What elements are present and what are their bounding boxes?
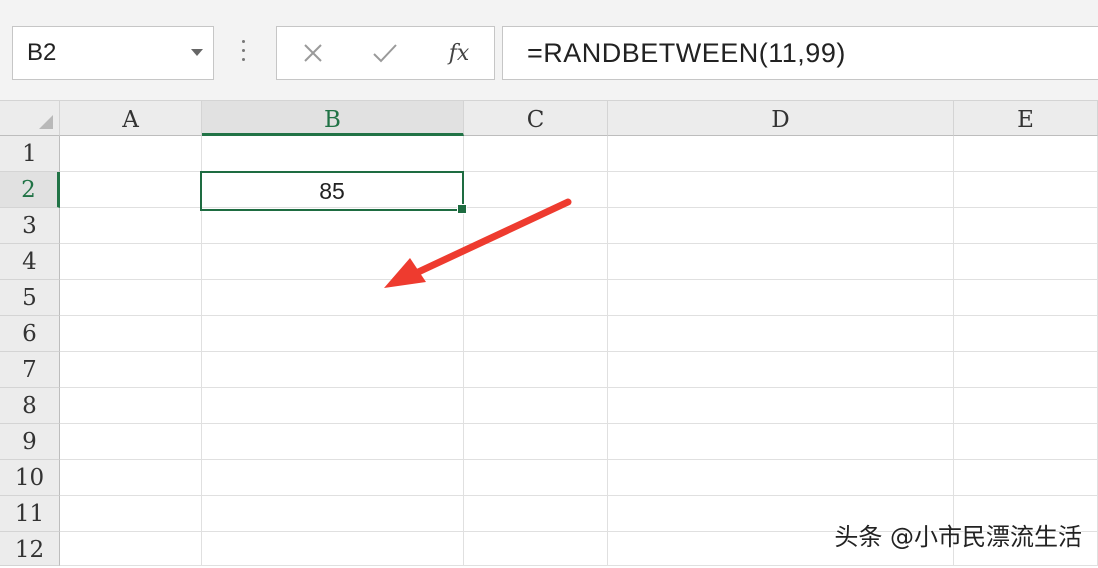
cell-b7[interactable] (202, 352, 464, 388)
name-box-value: B2 (27, 39, 57, 66)
cell-a6[interactable] (60, 316, 202, 352)
cell-e6[interactable] (954, 316, 1098, 352)
cell-c10[interactable] (464, 460, 608, 496)
row-header-2[interactable]: 2 (0, 172, 60, 208)
cell-a5[interactable] (60, 280, 202, 316)
formula-text: =RANDBETWEEN(11,99) (527, 38, 846, 68)
cell-b10[interactable] (202, 460, 464, 496)
cell-a9[interactable] (60, 424, 202, 460)
cell-e1[interactable] (954, 136, 1098, 172)
formula-buttons: fx (276, 26, 495, 80)
spreadsheet-grid: A B C D E 1 2 3 4 5 6 7 8 9 10 11 12 85 (0, 101, 1098, 566)
row-header-3[interactable]: 3 (0, 208, 60, 244)
cell-b8[interactable] (202, 388, 464, 424)
select-all-icon (39, 115, 53, 129)
chevron-down-icon[interactable] (191, 49, 203, 56)
column-header-e[interactable]: E (954, 101, 1098, 136)
cell-e3[interactable] (954, 208, 1098, 244)
cell-d9[interactable] (608, 424, 954, 460)
row-header-6[interactable]: 6 (0, 316, 60, 352)
cell-b1[interactable] (202, 136, 464, 172)
cell-d10[interactable] (608, 460, 954, 496)
row-header-5[interactable]: 5 (0, 280, 60, 316)
row-header-9[interactable]: 9 (0, 424, 60, 460)
column-header-b[interactable]: B (202, 101, 464, 136)
cell-e8[interactable] (954, 388, 1098, 424)
drag-handle-icon[interactable] (242, 40, 246, 66)
cell-c6[interactable] (464, 316, 608, 352)
cell-c9[interactable] (464, 424, 608, 460)
column-header-a[interactable]: A (60, 101, 202, 136)
cell-c12[interactable] (464, 532, 608, 566)
cell-c7[interactable] (464, 352, 608, 388)
cell-e2[interactable] (954, 172, 1098, 208)
cell-a10[interactable] (60, 460, 202, 496)
cell-b12[interactable] (202, 532, 464, 566)
cell-b9[interactable] (202, 424, 464, 460)
cell-c1[interactable] (464, 136, 608, 172)
cell-d4[interactable] (608, 244, 954, 280)
cell-d6[interactable] (608, 316, 954, 352)
column-header-c[interactable]: C (464, 101, 608, 136)
row-header-4[interactable]: 4 (0, 244, 60, 280)
cell-e7[interactable] (954, 352, 1098, 388)
row-header-8[interactable]: 8 (0, 388, 60, 424)
watermark: 头条 @小市民漂流生活 (834, 523, 1082, 551)
cell-e5[interactable] (954, 280, 1098, 316)
cell-e9[interactable] (954, 424, 1098, 460)
cell-d5[interactable] (608, 280, 954, 316)
cell-a1[interactable] (60, 136, 202, 172)
column-header-d[interactable]: D (608, 101, 954, 136)
cell-e4[interactable] (954, 244, 1098, 280)
red-arrow-icon (384, 198, 572, 288)
cell-a2[interactable] (60, 172, 202, 208)
cell-a3[interactable] (60, 208, 202, 244)
cell-a4[interactable] (60, 244, 202, 280)
cell-a7[interactable] (60, 352, 202, 388)
cell-d1[interactable] (608, 136, 954, 172)
cell-e10[interactable] (954, 460, 1098, 496)
cell-b6[interactable] (202, 316, 464, 352)
cell-c11[interactable] (464, 496, 608, 532)
cell-b11[interactable] (202, 496, 464, 532)
cell-d8[interactable] (608, 388, 954, 424)
row-header-10[interactable]: 10 (0, 460, 60, 496)
cell-a11[interactable] (60, 496, 202, 532)
cell-d2[interactable] (608, 172, 954, 208)
name-box[interactable]: B2 (12, 26, 214, 80)
cell-d3[interactable] (608, 208, 954, 244)
cell-a8[interactable] (60, 388, 202, 424)
row-header-1[interactable]: 1 (0, 136, 60, 172)
formula-toolbar: B2 fx =RANDBETWEEN(11,99) (0, 0, 1098, 101)
cancel-icon[interactable] (283, 27, 343, 79)
select-all-button[interactable] (0, 101, 60, 136)
fx-icon[interactable]: fx (429, 27, 489, 79)
cell-d7[interactable] (608, 352, 954, 388)
formula-input[interactable]: =RANDBETWEEN(11,99) (502, 26, 1098, 80)
cell-a12[interactable] (60, 532, 202, 566)
check-icon[interactable] (355, 27, 415, 79)
row-header-7[interactable]: 7 (0, 352, 60, 388)
cell-c8[interactable] (464, 388, 608, 424)
row-header-12[interactable]: 12 (0, 532, 60, 566)
row-header-11[interactable]: 11 (0, 496, 60, 532)
